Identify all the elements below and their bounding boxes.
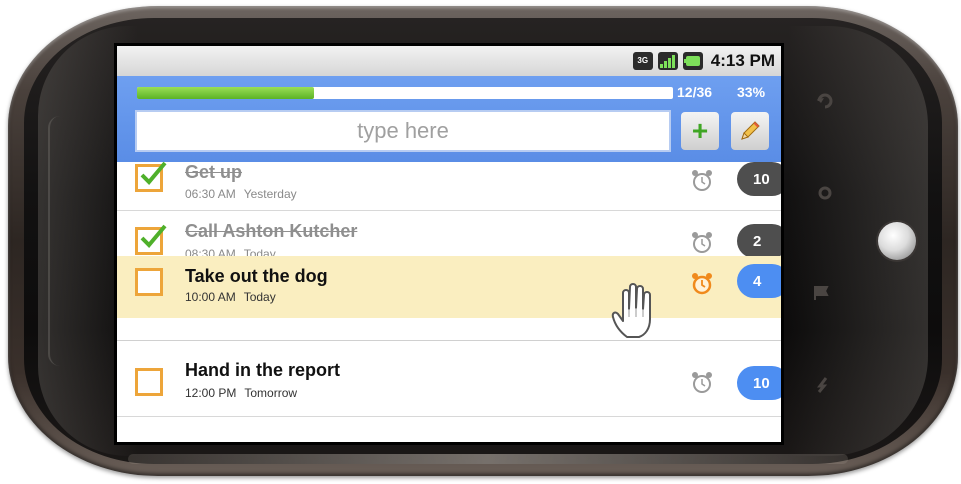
task-row-hand-in-report[interactable]: Hand in the report 12:00 PM Tomorrow 10 [117, 352, 781, 417]
task-checkbox[interactable] [135, 268, 163, 296]
task-title: Call Ashton Kutcher [185, 221, 358, 241]
task-meta: 06:30 AM Yesterday [185, 187, 297, 201]
home-hardware-icon[interactable] [808, 280, 834, 306]
task-meta: 10:00 AM Today [185, 290, 276, 304]
alarm-clock-icon[interactable] [689, 370, 715, 396]
task-count-badge: 10 [737, 366, 781, 400]
back-hardware-icon[interactable] [812, 88, 838, 114]
add-task-button[interactable]: + [681, 112, 719, 150]
row-divider [117, 340, 781, 341]
progress-count: 12/36 [677, 84, 713, 100]
status-bar: 3G 4:13 PM [117, 46, 781, 76]
task-count-badge: 4 [737, 264, 781, 298]
checkmark-icon [140, 224, 167, 248]
plus-icon: + [691, 115, 709, 146]
task-checkbox[interactable] [135, 161, 167, 192]
alarm-clock-icon[interactable] [689, 230, 715, 256]
task-checkbox[interactable] [135, 368, 163, 396]
signal-strength-icon [657, 52, 678, 70]
status-time: 4:13 PM [710, 51, 775, 70]
network-3g-icon: 3G [632, 52, 653, 70]
bezel-line [48, 116, 60, 366]
phone-screen: 3G 4:13 PM 12/36 33% + [117, 46, 781, 442]
task-header: 12/36 33% + [117, 76, 781, 162]
alarm-clock-active-icon[interactable] [689, 271, 715, 297]
task-day: Tomorrow [244, 386, 298, 400]
task-row-take-out-dog[interactable]: Take out the dog 10:00 AM Today 4 [117, 256, 781, 318]
task-checkbox[interactable] [135, 224, 167, 255]
menu-hardware-icon[interactable] [812, 180, 838, 206]
task-day: Today [243, 290, 276, 304]
task-time: 10:00 AM [185, 290, 236, 304]
network-label: 3G [637, 56, 649, 65]
task-title: Take out the dog [185, 266, 328, 286]
edit-task-button[interactable] [731, 112, 769, 150]
task-count-badge: 2 [737, 224, 781, 258]
hand-cursor-icon [611, 283, 651, 338]
trackball[interactable] [878, 222, 916, 260]
task-day: Yesterday [243, 187, 297, 201]
alarm-clock-icon[interactable] [689, 168, 715, 194]
badge-value: 10 [753, 170, 770, 188]
progress-percent: 33% [737, 84, 766, 100]
progress-bar-fill [137, 87, 314, 99]
phone-bottom-strip [128, 454, 848, 464]
task-title: Hand in the report [185, 360, 341, 380]
badge-value: 4 [753, 272, 762, 290]
task-time: 06:30 AM [185, 187, 236, 201]
battery-icon [682, 52, 703, 70]
badge-value: 10 [753, 374, 770, 392]
pencil-icon [741, 121, 760, 140]
new-task-input[interactable] [135, 110, 671, 152]
search-hardware-icon[interactable] [810, 372, 836, 398]
badge-value: 2 [753, 232, 762, 250]
task-title: Get up [185, 162, 242, 182]
task-meta: 12:00 PM Tomorrow [185, 386, 297, 400]
checkmark-icon [140, 161, 167, 185]
task-time: 12:00 PM [185, 386, 237, 400]
progress-bar [137, 87, 673, 99]
task-count-badge: 10 [737, 162, 781, 196]
task-row-call-ashton[interactable]: Call Ashton Kutcher 08:30 AM Today 2 [117, 210, 781, 261]
